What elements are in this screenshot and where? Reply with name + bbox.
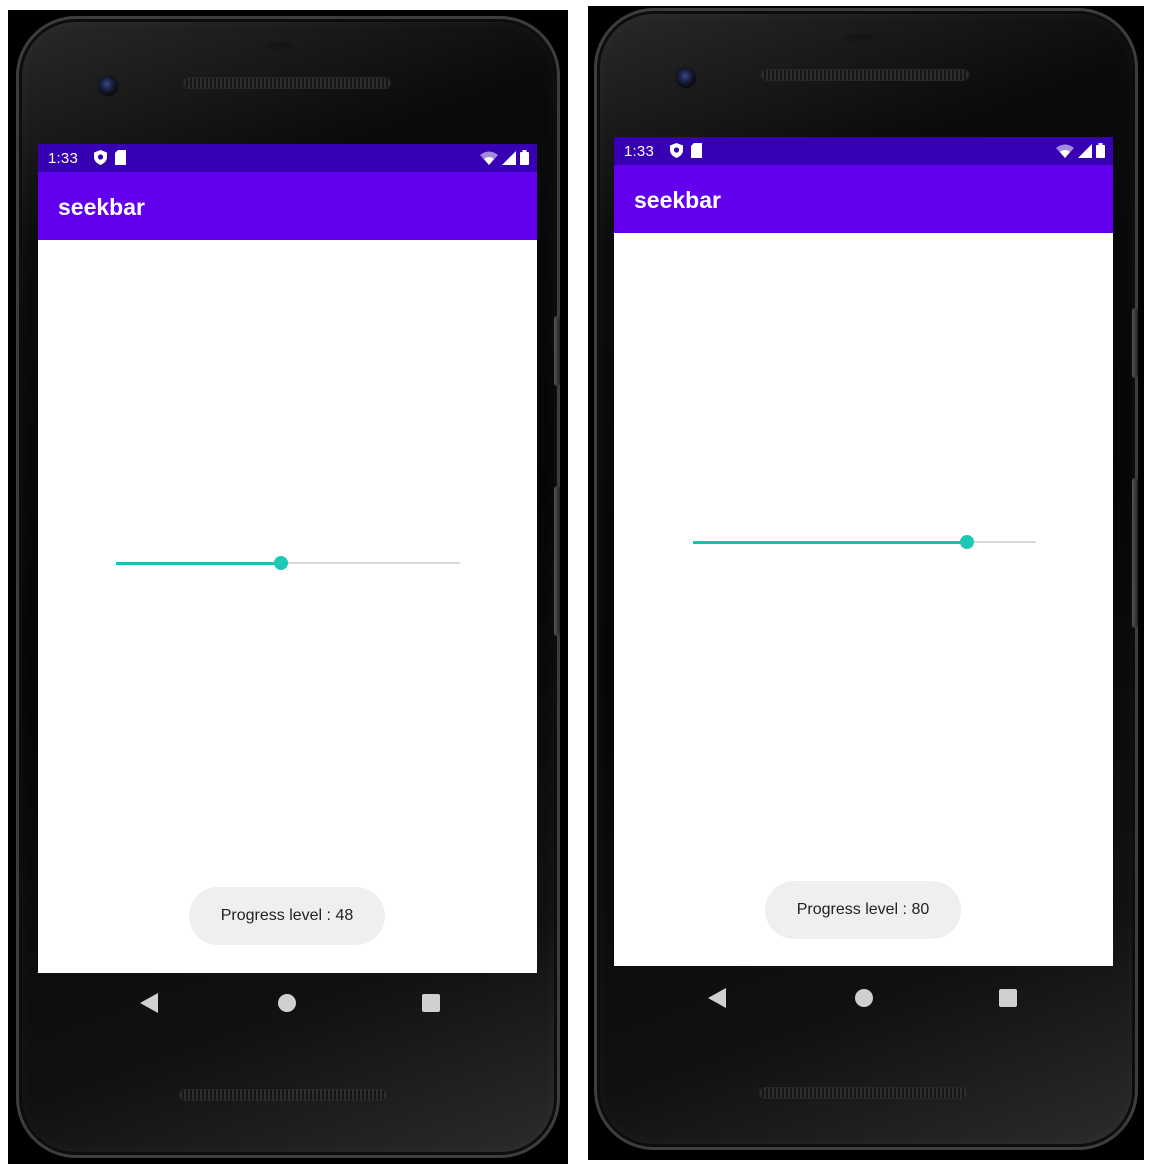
volume-button[interactable] (554, 486, 560, 636)
top-speaker-grille (762, 70, 968, 80)
status-time: 1:33 (48, 150, 78, 167)
app-title: seekbar (634, 187, 721, 213)
phone-body: 1:33 (594, 8, 1138, 1150)
seekbar[interactable] (116, 553, 460, 573)
progress-toast: Progress level : 80 (765, 881, 961, 939)
recents-icon[interactable] (422, 994, 440, 1012)
proximity-sensor (846, 34, 874, 42)
bottom-speaker-grille (760, 1088, 966, 1098)
seekbar-thumb[interactable] (960, 535, 975, 549)
home-icon[interactable] (278, 994, 296, 1012)
front-camera-icon (676, 68, 696, 88)
signal-icon (1078, 143, 1092, 158)
toast-text: Progress level : 80 (796, 901, 930, 918)
phone-body: 1:33 (16, 16, 560, 1158)
sd-card-icon (691, 143, 702, 158)
wifi-icon (1056, 144, 1074, 158)
wifi-icon (480, 151, 498, 165)
seekbar[interactable] (693, 532, 1036, 552)
phone-screen: 1:33 (614, 137, 1113, 966)
sd-card-icon (115, 150, 126, 165)
status-icons-left (670, 143, 702, 158)
back-icon[interactable] (140, 993, 158, 1013)
power-button[interactable] (1132, 308, 1138, 378)
status-bar: 1:33 (38, 144, 537, 172)
front-camera-icon (98, 76, 118, 96)
status-icons-right (480, 150, 529, 165)
home-icon[interactable] (855, 989, 873, 1007)
toast-text: Progress level : 48 (220, 907, 354, 924)
app-title: seekbar (58, 194, 145, 220)
screenshot-stage: 1:33 seekbar Progress level: 48 1:33 se… (0, 0, 1156, 1164)
shield-icon (670, 143, 683, 158)
seekbar-thumb[interactable] (274, 556, 289, 570)
proximity-sensor (266, 42, 294, 50)
status-time: 1:33 (624, 143, 654, 160)
recents-icon[interactable] (999, 989, 1017, 1007)
seekbar-progress (116, 562, 282, 565)
status-icons-right (1056, 143, 1105, 158)
status-bar: 1:33 (614, 137, 1113, 165)
phone-screen: 1:33 (38, 144, 537, 973)
app-bar: seekbar (614, 165, 1113, 233)
right-photo-frame: 1:33 seekbar Progress level: 80 (588, 6, 1144, 1160)
battery-icon (1096, 143, 1105, 158)
bottom-speaker-grille (180, 1090, 386, 1100)
status-icons-left (94, 150, 126, 165)
seekbar-progress (693, 541, 968, 544)
shield-icon (94, 150, 107, 165)
power-button[interactable] (554, 316, 560, 386)
progress-toast: Progress level : 48 (189, 887, 385, 945)
back-icon[interactable] (708, 988, 726, 1008)
top-speaker-grille (184, 78, 390, 88)
left-photo-frame: 1:33 seekbar Progress level: 48 (8, 10, 568, 1164)
volume-button[interactable] (1132, 478, 1138, 628)
app-bar: seekbar (38, 172, 537, 240)
signal-icon (502, 150, 516, 165)
battery-icon (520, 150, 529, 165)
